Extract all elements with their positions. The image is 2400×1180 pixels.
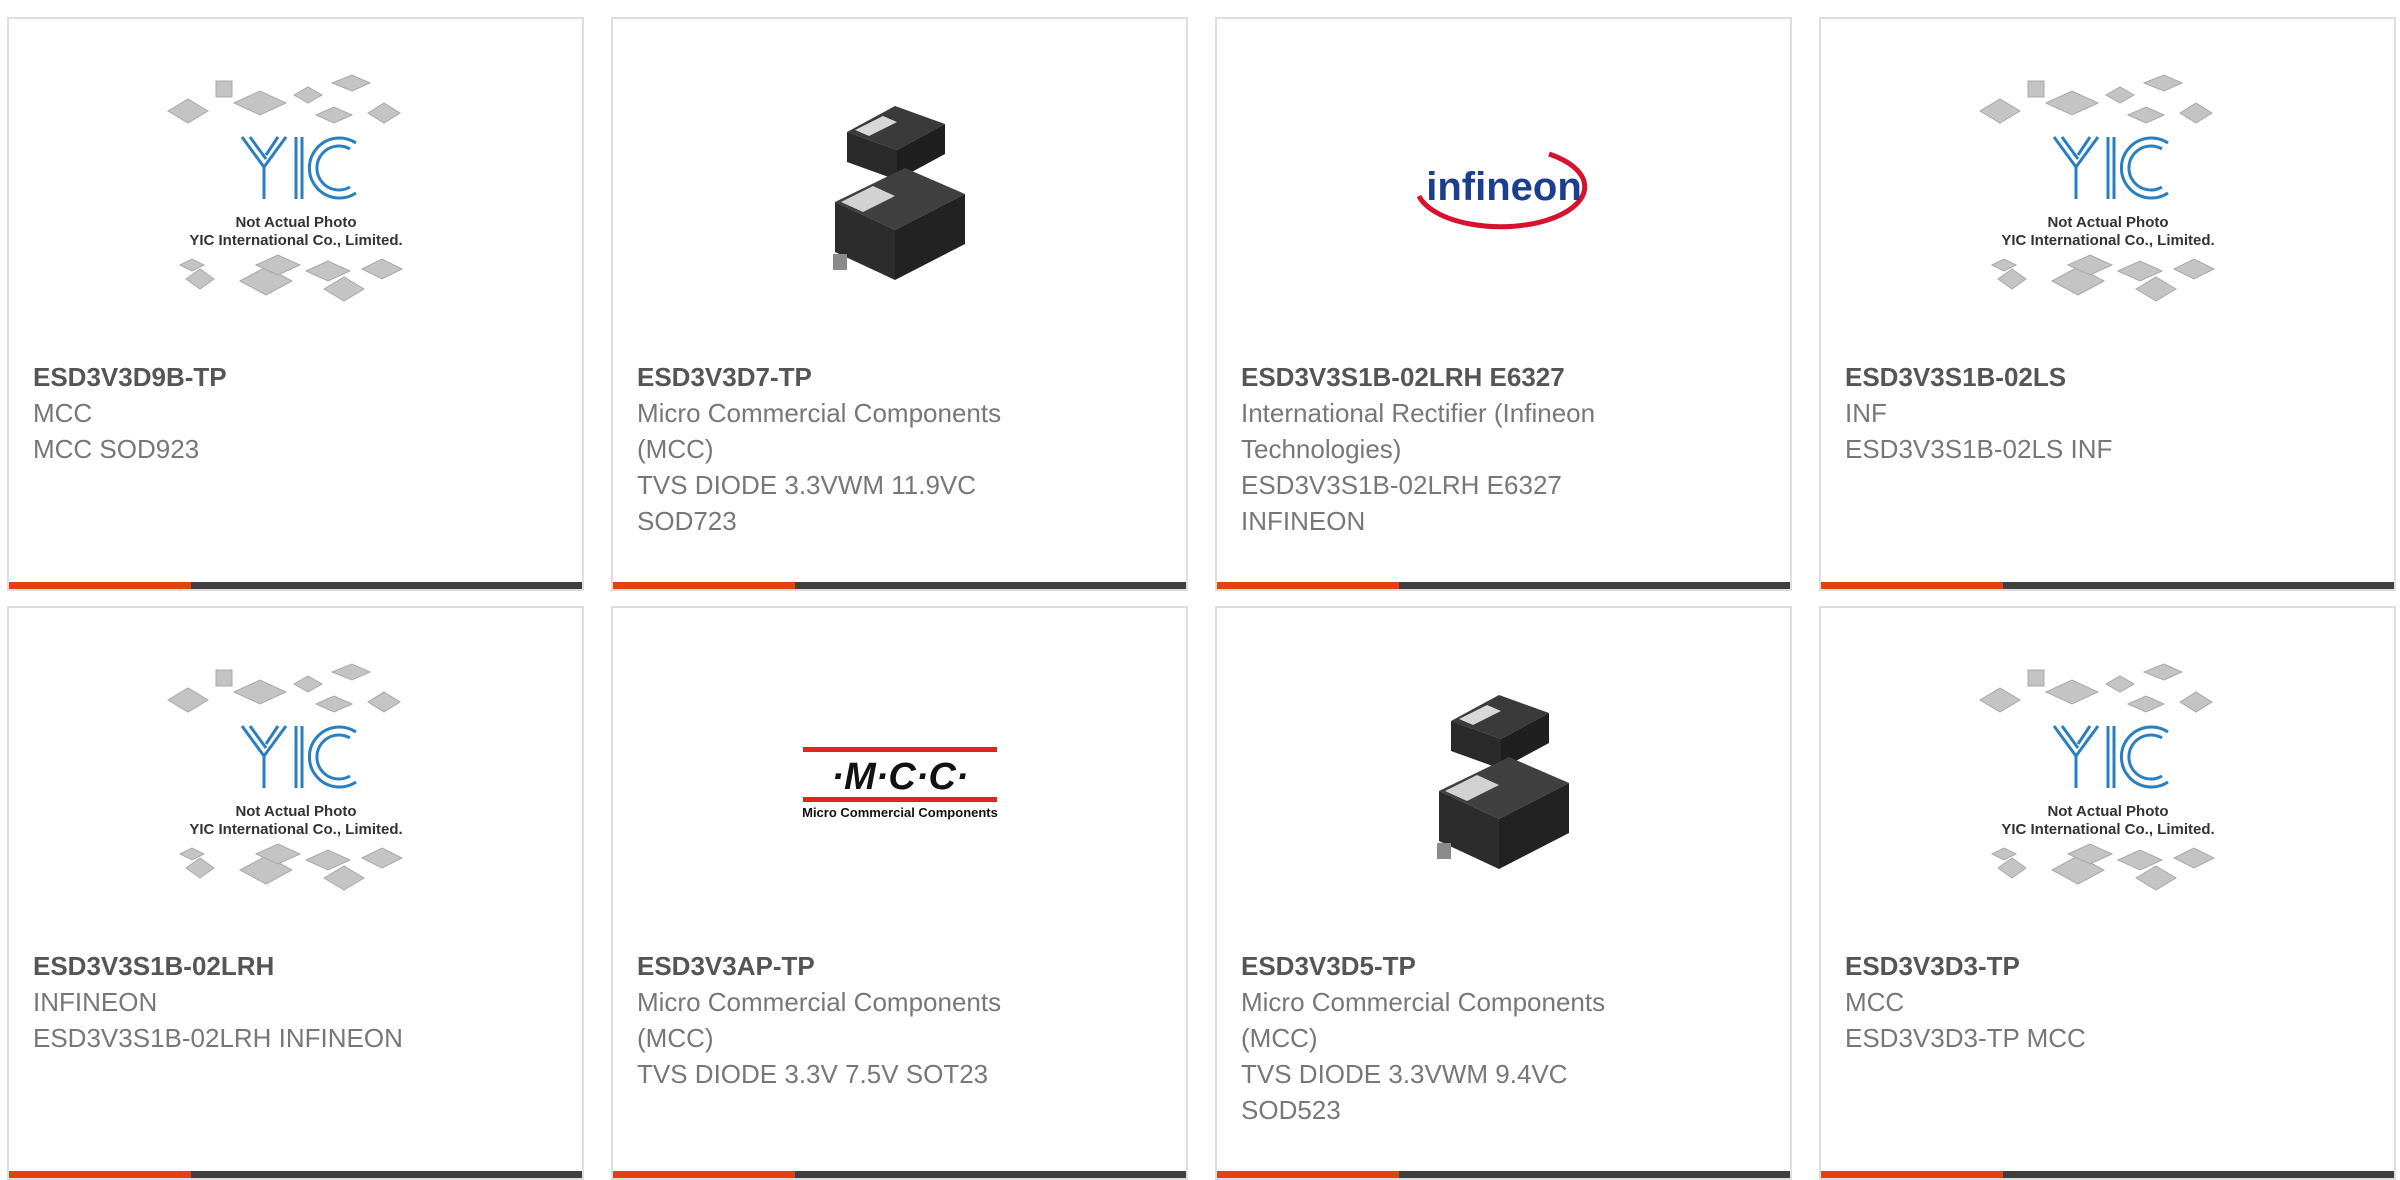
part-number[interactable]: ESD3V3AP-TP (637, 948, 1162, 984)
product-meta: ESD3V3D5-TP Micro Commercial Components … (1241, 948, 1766, 1128)
product-meta: ESD3V3S1B-02LRH E6327 International Rect… (1241, 359, 1766, 539)
product-card[interactable]: Not Actual Photo YIC International Co., … (7, 606, 584, 1180)
card-bottom-bar (1821, 582, 2394, 589)
product-image[interactable]: Not Actual Photo YIC International Co., … (1821, 608, 2394, 948)
product-meta: ESD3V3AP-TP Micro Commercial Components … (637, 948, 1162, 1092)
mcc-logo: ·M·C·C· Micro Commercial Components (802, 747, 998, 820)
manufacturer: MCC (33, 398, 93, 428)
product-card[interactable]: Not Actual Photo YIC International Co., … (7, 17, 584, 591)
product-image[interactable] (613, 19, 1186, 359)
description: ESD3V3S1B-02LS INF (1845, 434, 2113, 464)
card-bottom-accent (613, 1171, 795, 1178)
product-meta: ESD3V3D3-TP MCC ESD3V3D3-TP MCC (1845, 948, 2370, 1056)
placeholder-text-1: Not Actual Photo (235, 214, 356, 231)
description: TVS DIODE 3.3VWM 11.9VC SOD723 (637, 470, 977, 536)
part-number[interactable]: ESD3V3S1B-02LS (1845, 359, 2370, 395)
product-image[interactable]: infineon (1217, 19, 1790, 359)
product-meta: ESD3V3S1B-02LRH INFINEON ESD3V3S1B-02LRH… (33, 948, 558, 1056)
description: TVS DIODE 3.3V 7.5V SOT23 (637, 1059, 989, 1089)
product-card[interactable]: infineon ESD3V3S1B-02LRH E6327 Internati… (1215, 17, 1792, 591)
card-bottom-bar (1217, 582, 1790, 589)
product-grid: Not Actual Photo YIC International Co., … (0, 0, 2400, 1180)
card-bottom-accent (9, 1171, 191, 1178)
mcc-logo-text: ·M·C·C· (831, 756, 968, 798)
manufacturer: Micro Commercial Components (MCC) (1241, 987, 1606, 1053)
product-meta: ESD3V3D7-TP Micro Commercial Components … (637, 359, 1162, 539)
product-meta: ESD3V3D9B-TP MCC MCC SOD923 (33, 359, 558, 467)
description: ESD3V3S1B-02LRH INFINEON (33, 1023, 403, 1053)
manufacturer: MCC (1845, 987, 1905, 1017)
part-number[interactable]: ESD3V3D3-TP (1845, 948, 2370, 984)
card-bottom-bar (9, 582, 582, 589)
card-bottom-accent (1821, 582, 2003, 589)
description: TVS DIODE 3.3VWM 9.4VC SOD523 (1241, 1059, 1568, 1125)
placeholder-text-1: Not Actual Photo (2047, 803, 2168, 820)
product-card[interactable]: Not Actual Photo YIC International Co., … (1819, 606, 2396, 1180)
product-image[interactable] (1217, 608, 1790, 948)
card-bottom-accent (1821, 1171, 2003, 1178)
product-image[interactable]: Not Actual Photo YIC International Co., … (9, 19, 582, 359)
placeholder-text-1: Not Actual Photo (2047, 214, 2168, 231)
yic-placeholder-image: Not Actual Photo YIC International Co., … (1978, 663, 2215, 891)
card-bottom-bar (1217, 1171, 1790, 1178)
placeholder-text-2: YIC International Co., Limited. (2001, 232, 2214, 249)
sod-package-photo (794, 84, 1005, 294)
infineon-logo-text: infineon (1426, 165, 1582, 209)
placeholder-text-2: YIC International Co., Limited. (2001, 821, 2214, 838)
card-bottom-bar (9, 1171, 582, 1178)
yic-placeholder-image: Not Actual Photo YIC International Co., … (166, 74, 403, 302)
sod-package-photo (1398, 673, 1609, 883)
card-bottom-accent (9, 582, 191, 589)
part-number[interactable]: ESD3V3S1B-02LRH (33, 948, 558, 984)
product-card[interactable]: Not Actual Photo YIC International Co., … (1819, 17, 2396, 591)
mcc-logo-subtext: Micro Commercial Components (802, 805, 998, 820)
description: ESD3V3D3-TP MCC (1845, 1023, 2086, 1053)
card-bottom-bar (613, 1171, 1186, 1178)
product-image[interactable]: Not Actual Photo YIC International Co., … (1821, 19, 2394, 359)
placeholder-text-2: YIC International Co., Limited. (189, 232, 402, 249)
product-meta: ESD3V3S1B-02LS INF ESD3V3S1B-02LS INF (1845, 359, 2370, 467)
product-image[interactable]: ·M·C·C· Micro Commercial Components (613, 608, 1186, 948)
product-card[interactable]: ESD3V3D5-TP Micro Commercial Components … (1215, 606, 1792, 1180)
product-card[interactable]: ESD3V3D7-TP Micro Commercial Components … (611, 17, 1188, 591)
part-number[interactable]: ESD3V3D5-TP (1241, 948, 1766, 984)
placeholder-text-2: YIC International Co., Limited. (189, 821, 402, 838)
card-bottom-accent (1217, 1171, 1399, 1178)
placeholder-text-1: Not Actual Photo (235, 803, 356, 820)
yic-placeholder-image: Not Actual Photo YIC International Co., … (1978, 74, 2215, 302)
manufacturer: Micro Commercial Components (MCC) (637, 987, 1002, 1053)
product-image[interactable]: Not Actual Photo YIC International Co., … (9, 608, 582, 948)
part-number[interactable]: ESD3V3D9B-TP (33, 359, 558, 395)
description: ESD3V3S1B-02LRH E6327 INFINEON (1241, 470, 1562, 536)
manufacturer: International Rectifier (Infineon Techno… (1241, 398, 1596, 464)
manufacturer: INFINEON (33, 987, 158, 1017)
card-bottom-bar (613, 582, 1186, 589)
yic-placeholder-image: Not Actual Photo YIC International Co., … (166, 663, 403, 891)
description: MCC SOD923 (33, 434, 200, 464)
card-bottom-accent (1217, 582, 1399, 589)
infineon-logo: infineon (1416, 151, 1587, 230)
product-card[interactable]: ·M·C·C· Micro Commercial Components ESD3… (611, 606, 1188, 1180)
manufacturer: Micro Commercial Components (MCC) (637, 398, 1002, 464)
card-bottom-accent (613, 582, 795, 589)
card-bottom-bar (1821, 1171, 2394, 1178)
part-number[interactable]: ESD3V3S1B-02LRH E6327 (1241, 359, 1766, 395)
manufacturer: INF (1845, 398, 1887, 428)
part-number[interactable]: ESD3V3D7-TP (637, 359, 1162, 395)
